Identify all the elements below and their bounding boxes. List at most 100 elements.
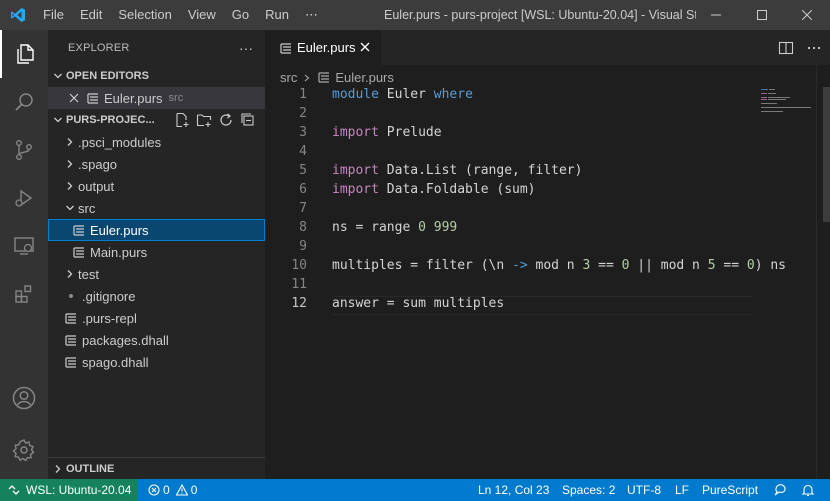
menu-bar: File Edit Selection View Go Run ⋯	[35, 0, 326, 30]
menu-edit[interactable]: Edit	[72, 0, 110, 30]
menu-selection[interactable]: Selection	[110, 0, 179, 30]
new-folder-icon[interactable]	[195, 111, 213, 129]
close-icon[interactable]	[66, 90, 82, 106]
tree-item-label: .psci_modules	[78, 134, 162, 150]
problems-indicator[interactable]: 0 0	[148, 479, 197, 501]
cursor-position[interactable]: Ln 12, Col 23	[478, 479, 549, 501]
sidebar-header: EXPLORER ···	[48, 30, 265, 65]
breadcrumb-file[interactable]: Euler.purs	[335, 70, 394, 85]
explorer-sidebar: EXPLORER ··· OPEN EDITORS Euler.purs src…	[48, 30, 265, 479]
menu-go[interactable]: Go	[224, 0, 257, 30]
feedback-icon[interactable]	[773, 479, 787, 501]
indentation[interactable]: Spaces: 2	[562, 479, 615, 501]
scrollbar-thumb[interactable]	[823, 87, 830, 222]
tree-item-spago-dhall[interactable]: spago.dhall	[48, 351, 265, 373]
chevron-right-icon	[62, 134, 78, 150]
explorer-icon[interactable]	[0, 30, 48, 78]
open-editors-section[interactable]: OPEN EDITORS	[48, 65, 265, 87]
tree-item-euler-purs[interactable]: Euler.purs	[48, 219, 265, 241]
line-number: 3	[299, 125, 307, 140]
code-line: module Euler where	[332, 87, 473, 102]
line-number: 4	[299, 144, 307, 159]
tree-item-purs-repl[interactable]: .purs-repl	[48, 307, 265, 329]
tree-item-spago[interactable]: .spago	[48, 153, 265, 175]
sidebar-more-button[interactable]: ···	[239, 40, 253, 56]
remote-explorer-icon[interactable]	[0, 222, 48, 270]
menu-view[interactable]: View	[180, 0, 224, 30]
maximize-button[interactable]	[739, 0, 785, 30]
tree-item-src[interactable]: src	[48, 197, 265, 219]
accounts-icon[interactable]	[0, 374, 48, 422]
language-mode[interactable]: PureScript	[702, 479, 758, 501]
line-number: 1	[299, 87, 307, 102]
code-line: multiples = filter (\n -> mod n 3 == 0 |…	[332, 258, 786, 273]
editor-tab-bar: Euler.purs	[265, 30, 830, 65]
remote-icon	[8, 484, 20, 496]
chevron-down-icon	[50, 112, 66, 128]
tree-item-label: output	[78, 178, 115, 194]
encoding[interactable]: UTF-8	[627, 479, 661, 501]
code-line: ns = range 0 999	[332, 220, 458, 235]
file-lines-icon	[64, 355, 78, 369]
manage-gear-icon[interactable]	[0, 426, 48, 474]
split-editor-icon[interactable]	[778, 40, 794, 56]
project-label: PURS-PROJEC...	[66, 114, 155, 126]
tab-euler-purs[interactable]: Euler.purs	[265, 30, 381, 65]
tree-item-label: test	[78, 266, 99, 282]
tab-close-icon[interactable]	[357, 39, 373, 55]
tree-item-label: packages.dhall	[82, 332, 169, 348]
project-actions	[173, 109, 257, 131]
file-lines-icon	[72, 223, 86, 237]
code-line: import Prelude	[332, 125, 442, 140]
error-icon	[148, 484, 160, 496]
line-number: 12	[291, 296, 307, 311]
tree-item-label: Main.purs	[90, 244, 148, 260]
minimize-button[interactable]	[693, 0, 739, 30]
menu-run[interactable]: Run	[257, 0, 297, 30]
new-file-icon[interactable]	[173, 111, 191, 129]
project-section[interactable]: PURS-PROJEC...	[48, 109, 265, 131]
line-number: 10	[291, 258, 307, 273]
notifications-bell-icon[interactable]	[801, 479, 815, 501]
extensions-icon[interactable]	[0, 270, 48, 318]
tree-item-psci-modules[interactable]: .psci_modules	[48, 131, 265, 153]
run-debug-icon[interactable]	[0, 174, 48, 222]
end-of-line[interactable]: LF	[675, 479, 689, 501]
file-lines-icon	[86, 91, 100, 105]
outline-section[interactable]: OUTLINE	[48, 457, 265, 479]
warning-icon	[175, 484, 188, 496]
activity-bar	[0, 30, 48, 479]
tree-item-label: .purs-repl	[82, 310, 137, 326]
error-count: 0	[163, 483, 170, 497]
chevron-right-icon	[303, 70, 311, 85]
tree-item-label: spago.dhall	[82, 354, 149, 370]
tree-item-label: Euler.purs	[90, 222, 149, 238]
code-line: answer = sum multiples	[332, 296, 505, 311]
tree-item-test[interactable]: test	[48, 263, 265, 285]
tree-item-gitignore[interactable]: .gitignore	[48, 285, 265, 307]
open-editor-folder: src	[168, 92, 184, 104]
open-editor-item[interactable]: Euler.purs src	[48, 87, 265, 109]
menu-file[interactable]: File	[35, 0, 72, 30]
search-icon[interactable]	[0, 78, 48, 126]
remote-indicator[interactable]: WSL: Ubuntu-20.04	[0, 479, 137, 501]
close-window-button[interactable]	[784, 0, 830, 30]
menu-more[interactable]: ⋯	[297, 0, 326, 30]
source-control-icon[interactable]	[0, 126, 48, 174]
chevron-right-icon	[62, 156, 78, 172]
minimap[interactable]	[753, 87, 816, 479]
chevron-right-icon	[62, 178, 78, 194]
breadcrumb-folder[interactable]: src	[280, 70, 297, 85]
code-line: import Data.List (range, filter)	[332, 163, 583, 178]
line-number: 6	[299, 182, 307, 197]
refresh-icon[interactable]	[217, 111, 235, 129]
remote-label: WSL: Ubuntu-20.04	[26, 483, 132, 497]
collapse-all-icon[interactable]	[239, 111, 257, 129]
gitignore-dot-icon	[64, 289, 78, 303]
tree-item-output[interactable]: output	[48, 175, 265, 197]
vscode-logo-icon	[0, 0, 35, 30]
tree-item-label: .spago	[78, 156, 118, 172]
tree-item-main-purs[interactable]: Main.purs	[48, 241, 265, 263]
more-actions-icon[interactable]	[806, 40, 822, 56]
tree-item-packages-dhall[interactable]: packages.dhall	[48, 329, 265, 351]
